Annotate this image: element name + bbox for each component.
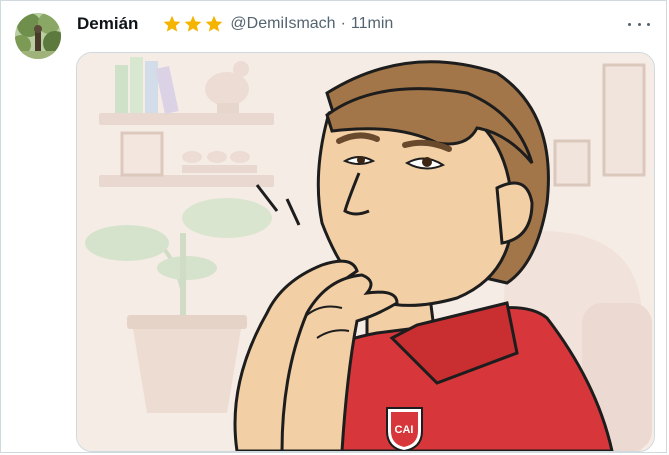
more-options-button[interactable]	[628, 15, 650, 33]
author-name[interactable]: Demián	[77, 14, 138, 34]
avatar-icon	[15, 13, 61, 59]
avatar[interactable]	[15, 13, 61, 59]
separator-dot: ·	[340, 15, 346, 32]
whistling-man-illustration: CAI	[77, 53, 654, 451]
more-horizontal-icon	[628, 22, 631, 26]
star-icon	[206, 15, 223, 32]
star-rating	[162, 14, 224, 34]
author-handle[interactable]: @DemiIsmach	[230, 15, 335, 33]
tweet-card[interactable]: Demián @DemiIsmach · 11min CAI	[0, 0, 667, 453]
star-icon	[185, 15, 202, 32]
badge-text: CAI	[395, 424, 414, 436]
tweet-header: Demián @DemiIsmach · 11min	[77, 13, 393, 35]
tweet-image[interactable]: CAI	[76, 52, 655, 452]
timestamp[interactable]: 11min	[351, 15, 393, 33]
star-icon	[164, 15, 181, 32]
